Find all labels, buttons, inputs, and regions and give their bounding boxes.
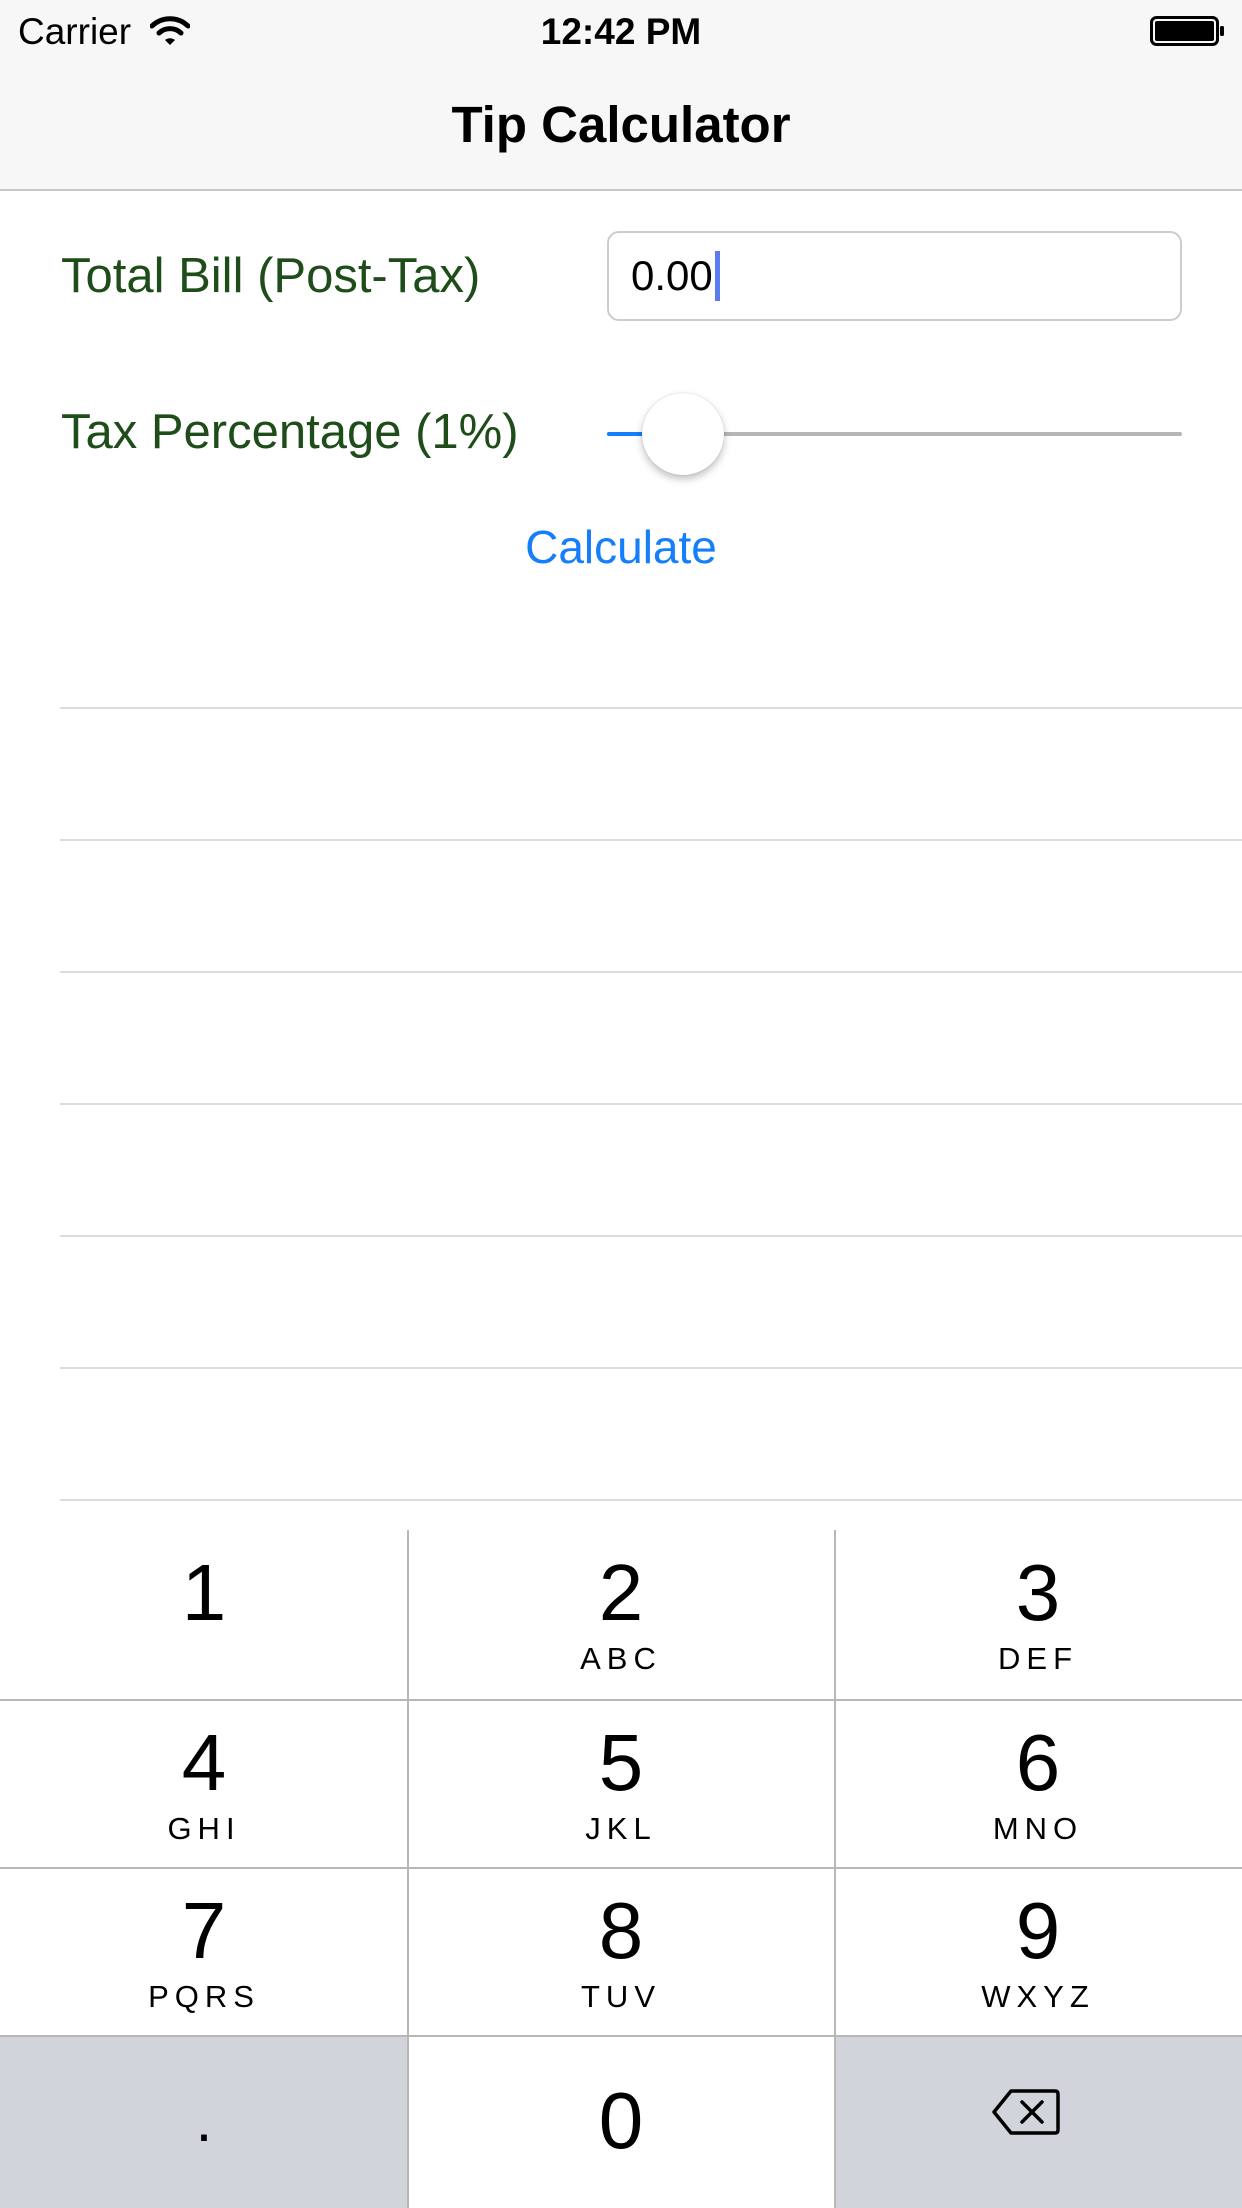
key-5[interactable]: 5 JKL <box>408 1700 834 1868</box>
number-keypad: 1 2 ABC 3 DEF 4 GHI 5 JKL 6 MNO 7 PQRS 8… <box>0 1530 1242 2208</box>
key-2[interactable]: 2 ABC <box>408 1530 834 1700</box>
tax-percentage-label: Tax Percentage (1%) <box>61 405 519 459</box>
total-bill-label: Total Bill (Post-Tax) <box>61 249 481 303</box>
result-row <box>60 577 1242 709</box>
result-row <box>60 1369 1242 1501</box>
keypad-divider <box>407 1530 409 2208</box>
key-4[interactable]: 4 GHI <box>0 1700 408 1868</box>
battery-icon <box>1150 16 1224 46</box>
key-3[interactable]: 3 DEF <box>834 1530 1242 1700</box>
key-7[interactable]: 7 PQRS <box>0 1868 408 2036</box>
key-decimal[interactable]: . <box>0 2036 408 2208</box>
result-row <box>60 1105 1242 1237</box>
tax-percentage-slider[interactable] <box>607 390 1182 478</box>
navigation-bar: Carrier 12:42 PM Tip Calculator <box>0 0 1242 191</box>
calculate-button[interactable]: Calculate <box>0 517 1242 577</box>
keypad-divider <box>834 1530 836 2208</box>
result-row <box>60 973 1242 1105</box>
key-9[interactable]: 9 WXYZ <box>834 1868 1242 2036</box>
result-row <box>60 841 1242 973</box>
key-6[interactable]: 6 MNO <box>834 1700 1242 1868</box>
status-time: 12:42 PM <box>540 11 702 52</box>
backspace-icon <box>992 2089 1060 2135</box>
key-1[interactable]: 1 <box>0 1530 408 1700</box>
result-row <box>60 1237 1242 1369</box>
keypad-divider <box>0 1699 1242 1701</box>
key-8[interactable]: 8 TUV <box>408 1868 834 2036</box>
total-bill-input[interactable]: 0.00 <box>607 231 1182 321</box>
result-row <box>60 709 1242 841</box>
keypad-divider <box>0 2035 1242 2037</box>
text-caret <box>714 251 720 301</box>
keypad-divider <box>0 1867 1242 1869</box>
key-0[interactable]: 0 <box>408 2036 834 2208</box>
slider-thumb[interactable] <box>641 393 724 475</box>
key-delete[interactable] <box>834 2036 1242 2208</box>
page-title: Tip Calculator <box>451 96 791 153</box>
total-bill-value: 0.00 <box>631 252 713 299</box>
